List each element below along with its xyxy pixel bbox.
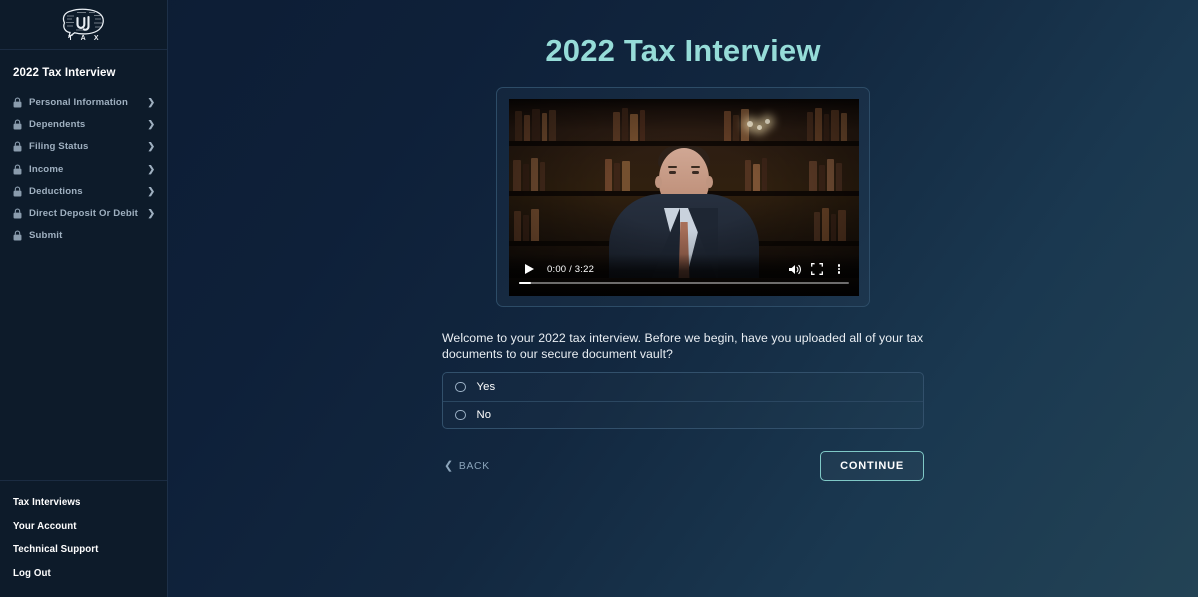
sidebar-item-label: Personal Information [29, 96, 128, 108]
page-title: 2022 Tax Interview [545, 33, 821, 68]
chevron-left-icon: ❮ [444, 459, 454, 472]
back-button-label: BACK [458, 460, 490, 472]
chevron-right-icon: ❯ [147, 208, 155, 219]
form-actions: ❮ BACK CONTINUE [442, 451, 924, 481]
sidebar-item-personal-information[interactable]: Personal Information ❯ [0, 91, 167, 113]
play-icon[interactable] [518, 258, 540, 280]
continue-button[interactable]: CONTINUE [820, 451, 924, 481]
footer-link-tax-interviews[interactable]: Tax Interviews [13, 491, 167, 515]
question-block: Welcome to your 2022 tax interview. Befo… [442, 331, 924, 429]
chevron-right-icon: ❯ [147, 141, 155, 152]
option-yes[interactable]: Yes [443, 373, 923, 401]
video-time-display: 0:00 / 3:22 [547, 263, 595, 275]
option-label: Yes [476, 380, 496, 393]
sidebar-item-label: Dependents [29, 118, 86, 130]
footer-link-log-out[interactable]: Log Out [13, 561, 167, 585]
lock-icon [13, 119, 22, 130]
brand-logo: T A X [54, 3, 114, 47]
sidebar-item-label: Direct Deposit Or Debit [29, 208, 138, 220]
sidebar-logo[interactable]: T A X [0, 0, 167, 50]
sidebar-item-income[interactable]: Income ❯ [0, 158, 167, 180]
sidebar-item-label: Income [29, 163, 64, 175]
sidebar-item-label: Filing Status [29, 141, 89, 153]
option-no[interactable]: No [443, 400, 923, 429]
video-progress-bar[interactable] [519, 281, 849, 284]
volume-icon[interactable] [784, 258, 806, 280]
answer-options: Yes No [442, 372, 924, 429]
video-controls: 0:00 / 3:22 [509, 254, 859, 296]
sidebar-item-deductions[interactable]: Deductions ❯ [0, 180, 167, 202]
app-root: T A X 2022 Tax Interview Personal Inform… [0, 0, 1198, 597]
chevron-right-icon: ❯ [147, 96, 155, 107]
radio-icon[interactable] [455, 381, 466, 392]
brand-wordmark: T A X [68, 34, 102, 42]
lock-icon [13, 186, 22, 197]
sidebar-item-dependents[interactable]: Dependents ❯ [0, 113, 167, 135]
video-progress-fill [519, 281, 531, 284]
sidebar: T A X 2022 Tax Interview Personal Inform… [0, 0, 168, 597]
sidebar-item-direct-deposit-or-debit[interactable]: Direct Deposit Or Debit ❯ [0, 202, 167, 224]
back-button[interactable]: ❮ BACK [442, 457, 492, 476]
sidebar-item-label: Deductions [29, 185, 83, 197]
footer-link-your-account[interactable]: Your Account [13, 514, 167, 538]
lock-icon [13, 97, 22, 108]
main-content: 2022 Tax Interview 0:00 / 3:22 Welcome t… [168, 0, 1198, 597]
radio-icon[interactable] [455, 409, 466, 420]
lock-icon [13, 230, 22, 241]
video-player[interactable]: 0:00 / 3:22 [509, 99, 859, 296]
option-label: No [476, 408, 492, 421]
sidebar-item-label: Submit [29, 230, 63, 242]
video-card: 0:00 / 3:22 [496, 87, 870, 307]
footer-link-technical-support[interactable]: Technical Support [13, 538, 167, 562]
sidebar-nav-title: 2022 Tax Interview [13, 67, 116, 79]
lock-icon [13, 163, 22, 175]
question-text: Welcome to your 2022 tax interview. Befo… [442, 331, 924, 361]
brain-speech-bubble-logo-icon [62, 8, 104, 38]
lock-icon [13, 208, 22, 219]
sidebar-item-filing-status[interactable]: Filing Status ❯ [0, 136, 167, 158]
sidebar-footer: Tax Interviews Your Account Technical Su… [0, 479, 167, 597]
fullscreen-icon[interactable] [806, 258, 828, 280]
sidebar-nav-list: Personal Information ❯ Dependents ❯ Fili… [0, 91, 167, 247]
sidebar-item-submit[interactable]: Submit [0, 225, 167, 247]
kebab-menu-icon[interactable] [828, 258, 850, 280]
chevron-right-icon: ❯ [147, 185, 155, 196]
chevron-right-icon: ❯ [147, 163, 155, 174]
chevron-right-icon: ❯ [147, 118, 155, 129]
lock-icon [13, 141, 22, 152]
